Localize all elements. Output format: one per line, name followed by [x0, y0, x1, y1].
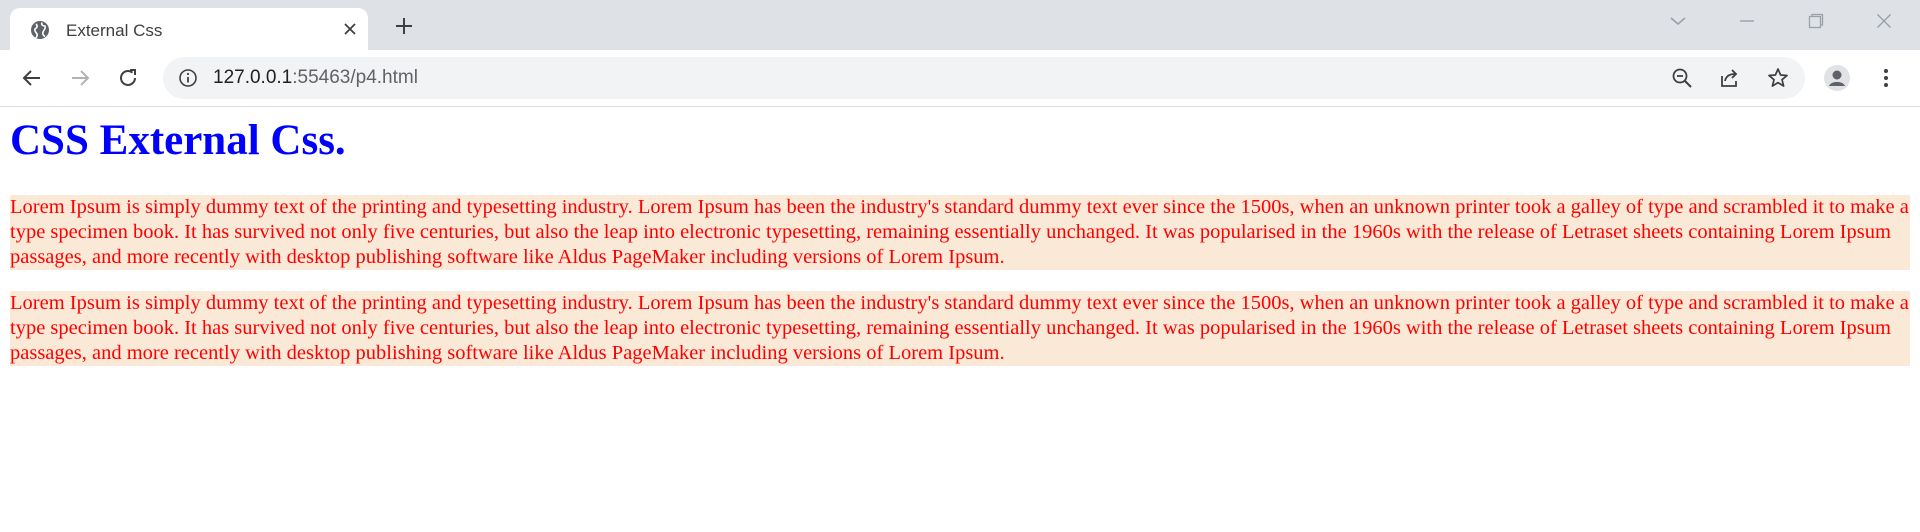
restore-icon[interactable] [1798, 8, 1834, 34]
tab-title: External Css [66, 21, 163, 40]
tab-search-chevron-icon[interactable] [1660, 8, 1696, 34]
tab-strip: External Css [0, 0, 1920, 50]
arrow-right-icon[interactable] [62, 60, 98, 96]
browser-tab[interactable]: External Css [10, 8, 368, 50]
page-content: CSS External Css. Lorem Ipsum is simply … [0, 107, 1920, 532]
zoom-out-icon[interactable] [1668, 64, 1696, 92]
info-icon[interactable] [177, 67, 199, 89]
close-tab-icon[interactable] [339, 18, 361, 40]
url-text[interactable]: 127.0.0.1:55463/p4.html [213, 67, 418, 89]
browser-toolbar: 127.0.0.1:55463/p4.html [0, 50, 1920, 107]
reload-icon[interactable] [110, 60, 146, 96]
share-icon[interactable] [1716, 64, 1744, 92]
arrow-left-icon[interactable] [14, 60, 50, 96]
page-heading: CSS External Css. [10, 117, 346, 164]
avatar-icon[interactable] [1819, 60, 1855, 96]
new-tab-icon[interactable] [390, 12, 418, 40]
url-path: :55463/p4.html [292, 67, 418, 88]
url-host: 127.0.0.1 [213, 67, 293, 88]
paragraph: Lorem Ipsum is simply dummy text of the … [10, 291, 1910, 366]
address-bar[interactable]: 127.0.0.1:55463/p4.html [163, 57, 1805, 99]
minimize-icon[interactable] [1729, 8, 1765, 34]
close-window-icon[interactable] [1866, 8, 1902, 34]
star-icon[interactable] [1764, 64, 1792, 92]
paragraph: Lorem Ipsum is simply dummy text of the … [10, 195, 1910, 270]
kebab-menu-icon[interactable] [1868, 60, 1904, 96]
globe-icon [30, 20, 50, 40]
